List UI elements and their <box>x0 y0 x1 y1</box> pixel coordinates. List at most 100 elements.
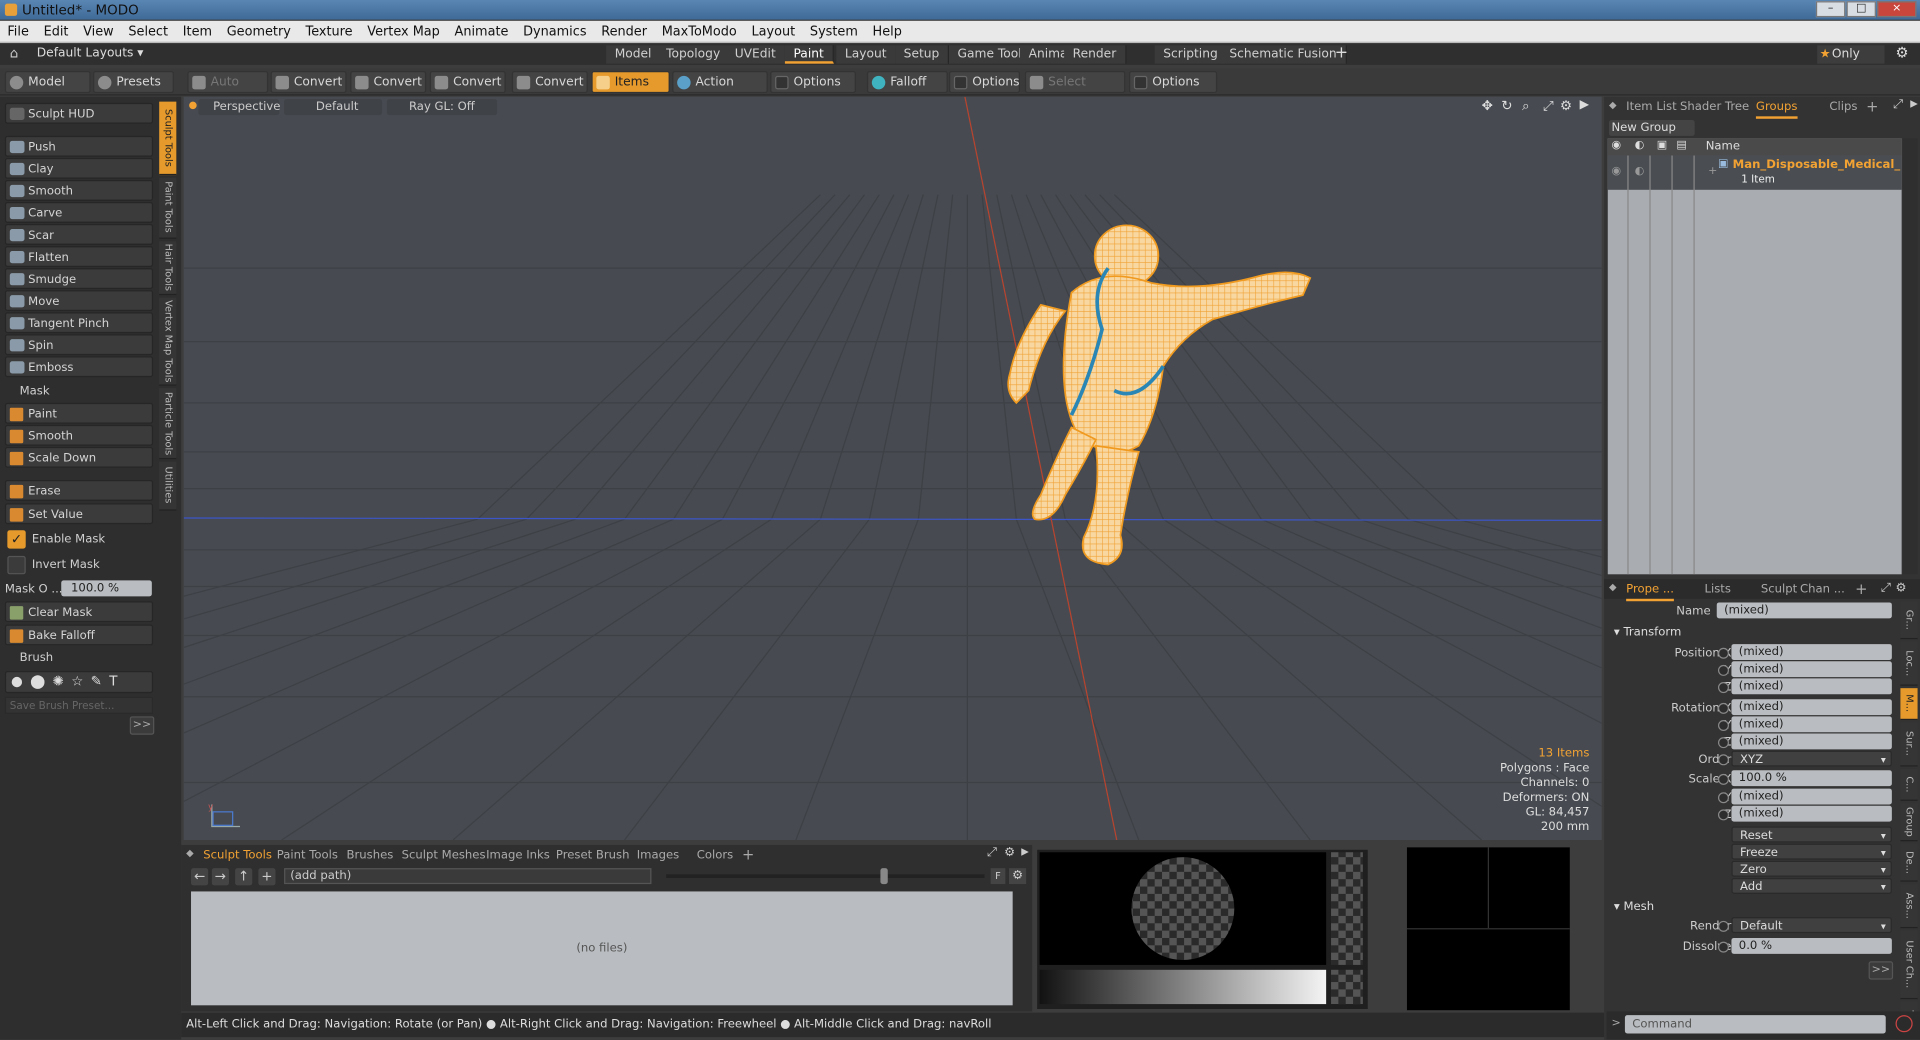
vtab-paint-tools[interactable]: Paint Tools <box>159 177 177 239</box>
properties-more-button[interactable]: >> <box>1868 961 1894 980</box>
properties-expand-icon[interactable]: ⤢ <box>1881 582 1891 595</box>
visibility-column-icon[interactable]: ◉ <box>1611 140 1621 152</box>
name-column-header[interactable]: Name <box>1706 140 1740 153</box>
falloff-button[interactable]: Falloff <box>866 71 948 94</box>
side-tab-0[interactable]: Gr... <box>1900 601 1918 640</box>
tool-carve[interactable]: Carve <box>4 202 154 223</box>
browser-tab-colors[interactable]: Colors <box>697 847 733 864</box>
action-center-options-button[interactable]: Options <box>770 71 856 94</box>
scale-z-field[interactable]: (mixed) <box>1731 805 1892 822</box>
dissolve-key[interactable] <box>1717 941 1729 953</box>
panel-arrow-icon[interactable]: ▶ <box>1910 98 1918 109</box>
viewport-expand-icon[interactable]: ▶ <box>1580 98 1589 111</box>
set-value-button[interactable]: Set Value <box>4 503 154 525</box>
3d-viewport[interactable]: ● Perspective Default Ray GL: Off ✥ ↻ ⌕ … <box>183 96 1602 841</box>
panel-tab-item-list[interactable]: Item List <box>1626 99 1677 116</box>
browser-tab-sculpt-tools[interactable]: Sculpt Tools <box>203 847 272 864</box>
layout-tab-render[interactable]: Render <box>1064 45 1127 64</box>
render-key[interactable] <box>1717 920 1729 932</box>
hard-brush-icon[interactable]: ⬤ <box>30 673 52 689</box>
add-dropdown[interactable]: Add ▾ <box>1731 877 1892 894</box>
shading-dropdown[interactable]: Default <box>284 99 383 116</box>
action-center-button[interactable]: Action Center <box>672 71 768 111</box>
bake-falloff-button[interactable]: Bake Falloff <box>4 624 154 646</box>
browser-settings-icon[interactable]: ⚙ <box>1008 868 1027 885</box>
render-column-icon[interactable]: ◐ <box>1635 140 1645 152</box>
auto-select-button[interactable]: Auto Select <box>187 71 269 111</box>
order-key[interactable] <box>1717 754 1729 766</box>
convert-edges-button[interactable]: Convert <box>350 71 427 94</box>
groups-scrollbar[interactable] <box>1902 138 1918 575</box>
menu-help[interactable]: Help <box>865 21 909 43</box>
browser-tab-sculpt-meshes[interactable]: Sculpt Meshes <box>402 847 486 864</box>
panel-tab-groups[interactable]: Groups <box>1755 99 1798 119</box>
rotation-y-field[interactable]: (mixed) <box>1731 716 1892 733</box>
layout-tab-setup[interactable]: Setup <box>895 45 950 64</box>
render-dropdown[interactable]: Default ▾ <box>1731 917 1892 934</box>
menu-texture[interactable]: Texture <box>298 21 360 43</box>
soft-brush-icon[interactable]: ● <box>11 673 30 689</box>
convert-vertices-button[interactable]: Convert <box>270 71 347 94</box>
invert-mask-checkbox[interactable] <box>7 555 26 575</box>
scale-x-field[interactable]: 100.0 % <box>1731 770 1892 787</box>
side-tab-4[interactable]: C... <box>1900 768 1918 801</box>
position-z-key[interactable] <box>1717 682 1729 694</box>
splat-brush-icon[interactable]: ✺ <box>53 673 72 689</box>
record-icon[interactable] <box>1895 1015 1913 1033</box>
layout-tab-model[interactable]: Model <box>606 45 662 64</box>
side-tab-5[interactable]: Group <box>1900 803 1918 842</box>
perspective-dropdown[interactable]: Perspective <box>198 99 280 116</box>
zero-dropdown[interactable]: Zero ▾ <box>1731 860 1892 877</box>
properties-menu-icon[interactable]: ◆ <box>1609 582 1617 593</box>
browser-tab-paint-tools[interactable]: Paint Tools <box>277 847 338 864</box>
layout-tab-uvedit[interactable]: UVEdit <box>726 45 786 64</box>
side-tab-8[interactable]: User Ch... <box>1900 930 1918 1000</box>
filter-button[interactable]: F <box>990 868 1006 885</box>
mesh-section-header[interactable]: ▾ Mesh <box>1614 900 1654 913</box>
browser-arrow-icon[interactable]: ▶ <box>1021 846 1029 857</box>
more-button[interactable]: >> <box>129 716 155 735</box>
mask-section-header[interactable]: Mask <box>5 383 153 400</box>
browser-tab-preset-brush[interactable]: Preset Brush <box>556 847 630 864</box>
command-input[interactable]: Command <box>1624 1015 1886 1034</box>
panel-expand-icon[interactable]: ⤢ <box>1893 98 1903 111</box>
render-icon[interactable]: ◐ <box>1635 165 1645 177</box>
menu-animate[interactable]: Animate <box>447 21 516 43</box>
menu-item[interactable]: Item <box>175 21 219 43</box>
forward-button[interactable]: → <box>211 868 229 886</box>
group-row[interactable]: ◉ ◐ + ▣ Man_Disposable_Medical_ ... 1 It… <box>1607 155 1918 190</box>
tool-flatten[interactable]: Flatten <box>4 246 154 267</box>
falloff-options-button[interactable]: Options <box>948 71 1021 94</box>
scale-z-key[interactable] <box>1717 809 1729 821</box>
vtab-vertex-map-tools[interactable]: Vertex Map Tools <box>159 297 177 386</box>
name-field[interactable]: (mixed) <box>1716 602 1892 619</box>
minimize-button[interactable]: – <box>1815 1 1846 18</box>
ray-gl-toggle[interactable]: Ray GL: Off <box>386 99 498 116</box>
add-browser-tab-button[interactable]: + <box>742 846 754 863</box>
freeze-dropdown[interactable]: Freeze ▾ <box>1731 843 1892 860</box>
viewport-menu-dot[interactable]: ● <box>189 99 198 110</box>
move-view-icon[interactable]: ✥ <box>1482 98 1493 114</box>
brush-section-header[interactable]: Brush <box>5 650 153 667</box>
convert-polygons-button[interactable]: Convert <box>429 71 506 94</box>
lock-column-icon[interactable]: ▣ <box>1657 140 1667 152</box>
menu-maxtomodo[interactable]: MaxToModo <box>654 21 744 43</box>
menu-geometry[interactable]: Geometry <box>219 21 298 43</box>
layout-tab-topology[interactable]: Topology <box>657 45 730 64</box>
add-properties-tab-button[interactable]: + <box>1855 580 1867 597</box>
menu-select[interactable]: Select <box>121 21 175 43</box>
properties-tab-2[interactable]: Sculpt <box>1761 582 1797 599</box>
erase-button[interactable]: Erase <box>4 480 154 501</box>
menu-edit[interactable]: Edit <box>36 21 76 43</box>
rotation-x-key[interactable] <box>1717 702 1729 714</box>
procedural-brush-icon[interactable]: ✎ <box>91 673 110 689</box>
layout-home-icon[interactable]: ⌂ <box>10 45 19 61</box>
file-list[interactable]: (no files) <box>191 891 1013 1006</box>
model-mode-button[interactable]: Model F2 <box>4 71 91 111</box>
rotate-view-icon[interactable]: ↻ <box>1501 98 1512 114</box>
up-folder-button[interactable]: ↑ <box>235 868 253 886</box>
position-x-field[interactable]: (mixed) <box>1731 644 1892 661</box>
back-button[interactable]: ← <box>191 868 209 886</box>
tool-spin[interactable]: Spin <box>4 334 154 356</box>
add-panel-tab-button[interactable]: + <box>1866 98 1878 115</box>
